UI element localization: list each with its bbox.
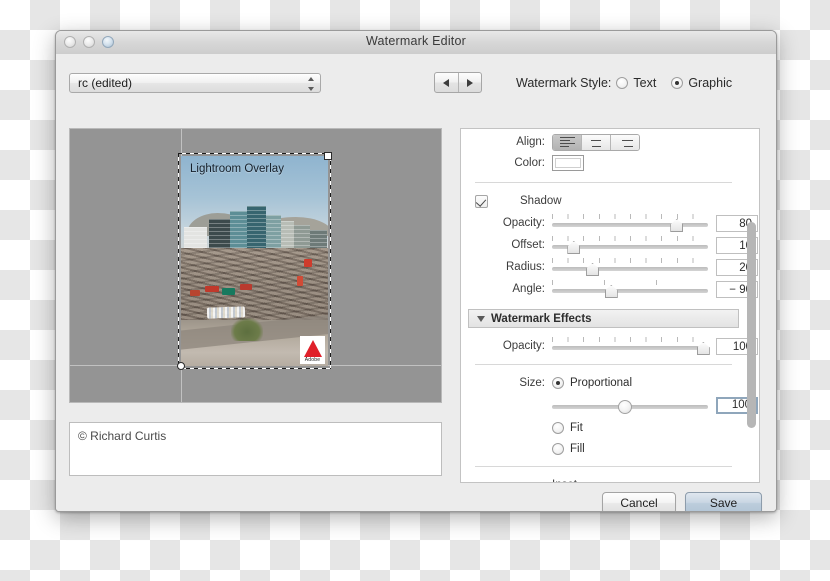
style-graphic-label[interactable]: Graphic: [688, 76, 732, 90]
style-graphic-radio[interactable]: [671, 77, 684, 89]
shadow-angle-label: Angle:: [512, 283, 545, 295]
effects-opacity-slider[interactable]: [552, 337, 710, 355]
style-text-label[interactable]: Text: [633, 76, 656, 90]
shadow-label: Shadow: [520, 195, 562, 207]
shadow-radius-slider[interactable]: [552, 258, 708, 276]
window-titlebar[interactable]: Watermark Editor: [56, 31, 776, 55]
shadow-radius-row: Radius: 20: [461, 256, 758, 278]
image-nav-group: [434, 72, 482, 93]
preset-dropdown[interactable]: rc (edited): [69, 73, 321, 93]
save-button[interactable]: Save: [685, 492, 762, 511]
inset-row: Inset: [461, 474, 746, 483]
shadow-checkbox[interactable]: [475, 194, 488, 208]
watermark-effects-title: Watermark Effects: [491, 312, 592, 325]
previous-image-button[interactable]: [435, 73, 458, 92]
options-scroll-content: Align: Color: Shadow Opacity: 80 Offset:…: [461, 129, 758, 483]
preview-photo-container[interactable]: Lightroom Overlay Adobe: [177, 152, 332, 370]
size-label: Size:: [519, 376, 545, 389]
photo-roof-patch: [189, 290, 201, 296]
align-label: Align:: [516, 136, 545, 148]
color-label: Color:: [514, 157, 545, 169]
dialog-body: rc (edited) Watermark Style: Text Graphi…: [56, 54, 776, 511]
watermark-style-group: Watermark Style: Text Graphic: [516, 76, 732, 90]
color-row: Color:: [461, 151, 746, 175]
window-title: Watermark Editor: [366, 34, 466, 48]
photo-roof-patch: [222, 288, 236, 295]
shadow-angle-row: Angle: − 90: [461, 278, 758, 300]
preview-photo: [181, 156, 328, 366]
cancel-button[interactable]: Cancel: [602, 492, 676, 511]
size-proportional-radio[interactable]: [552, 376, 564, 389]
size-mode-fit-row: Fit: [461, 417, 746, 438]
shadow-toggle-row: Shadow: [461, 190, 746, 212]
watermark-style-label: Watermark Style:: [516, 76, 612, 90]
options-scrollbar[interactable]: [747, 132, 756, 479]
shadow-opacity-label: Opacity:: [502, 217, 545, 229]
size-fill-option[interactable]: Fill: [552, 442, 585, 455]
divider: [475, 364, 732, 365]
color-swatch-button[interactable]: [552, 155, 584, 171]
scrollbar-thumb[interactable]: [747, 222, 756, 428]
size-fit-radio[interactable]: [552, 421, 564, 434]
align-right-button[interactable]: [610, 134, 639, 150]
photo-building: [229, 210, 248, 253]
adobe-logo-icon: Adobe: [300, 336, 325, 364]
chevron-updown-icon: [307, 77, 314, 91]
watermark-options-panel: Align: Color: Shadow Opacity: 80 Offset:…: [460, 128, 760, 483]
effects-opacity-row: Opacity: 100: [461, 335, 758, 357]
watermark-editor-window: Watermark Editor rc (edited) Watermark S…: [55, 30, 777, 512]
photo-roof-patch: [304, 258, 312, 268]
shadow-offset-slider[interactable]: [552, 236, 708, 254]
size-fill-label: Fill: [570, 442, 585, 455]
size-proportional-label: Proportional: [570, 376, 633, 389]
preset-value: rc (edited): [78, 76, 133, 90]
shadow-opacity-slider[interactable]: [552, 214, 708, 232]
photo-building: [247, 206, 267, 253]
size-fill-radio[interactable]: [552, 442, 564, 455]
size-fit-label: Fit: [570, 421, 583, 434]
style-text-radio[interactable]: [616, 77, 629, 89]
photo-building: [266, 214, 281, 253]
watermark-overlay-text: Lightroom Overlay: [190, 163, 284, 175]
watermark-text-input[interactable]: © Richard Curtis: [69, 422, 442, 476]
size-mode-proportional-row: Size: Proportional: [461, 372, 746, 393]
shadow-offset-row: Offset: 10: [461, 234, 758, 256]
inset-label: Inset: [552, 479, 577, 483]
shadow-opacity-row: Opacity: 80: [461, 212, 758, 234]
size-fit-option[interactable]: Fit: [552, 421, 583, 434]
size-mode-fill-row: Fill: [461, 438, 746, 459]
watermark-preview-canvas[interactable]: Lightroom Overlay Adobe: [69, 128, 442, 403]
divider: [475, 466, 732, 467]
photo-laundry: [207, 306, 246, 319]
adobe-logo-word: Adobe: [304, 357, 321, 363]
size-proportional-option[interactable]: Proportional: [552, 376, 633, 389]
align-row: Align:: [461, 133, 746, 151]
size-slider-row: 100: [461, 393, 758, 417]
divider: [475, 182, 732, 183]
align-left-button[interactable]: [553, 134, 581, 150]
anchor-handle-bottom-left[interactable]: [177, 362, 185, 370]
photo-vegetation: [230, 317, 264, 341]
resize-handle-top-right[interactable]: [324, 152, 332, 160]
shadow-radius-label: Radius:: [506, 261, 545, 273]
watermark-effects-header[interactable]: Watermark Effects: [468, 309, 739, 328]
photo-roof-patch: [239, 284, 252, 291]
next-image-button[interactable]: [457, 73, 482, 92]
align-center-button[interactable]: [581, 134, 610, 150]
photo-roof-patch: [297, 275, 303, 287]
photo-roof-patch: [204, 286, 220, 293]
shadow-angle-slider[interactable]: [552, 280, 708, 298]
disclosure-triangle-down-icon[interactable]: [477, 315, 485, 322]
align-segmented-control: [552, 133, 640, 151]
effects-opacity-label: Opacity:: [502, 340, 545, 352]
shadow-offset-label: Offset:: [511, 239, 545, 251]
size-slider[interactable]: [552, 396, 708, 414]
